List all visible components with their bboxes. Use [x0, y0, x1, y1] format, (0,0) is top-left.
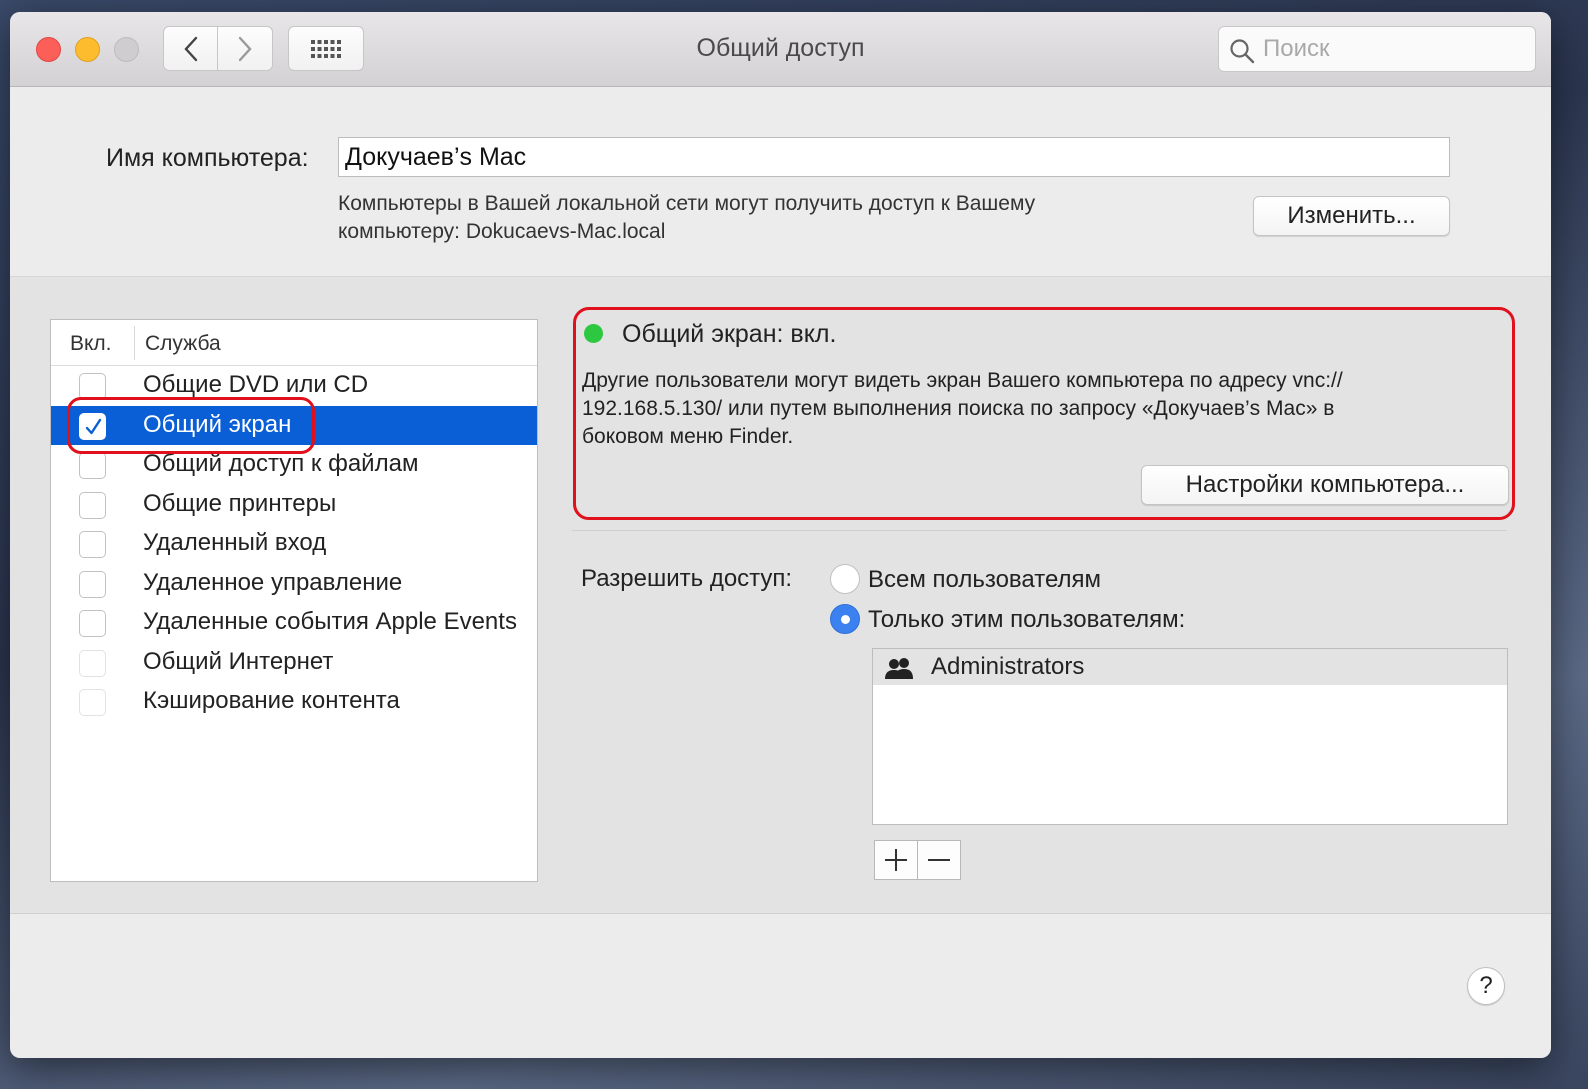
- service-checkbox[interactable]: [79, 491, 106, 519]
- remove-user-button[interactable]: [917, 840, 961, 880]
- computer-name-description-line: Компьютеры в Вашей локальной сети могут …: [338, 192, 1036, 215]
- service-row-internet-sharing[interactable]: Общий Интернет: [51, 643, 537, 683]
- status-description-line: Другие пользователи могут видеть экран В…: [582, 369, 1343, 392]
- plus-icon: [885, 849, 907, 871]
- help-button[interactable]: ?: [1467, 967, 1505, 1005]
- service-label: Удаленный вход: [143, 529, 327, 556]
- service-checkbox[interactable]: [79, 531, 106, 558]
- search-field[interactable]: [1218, 26, 1536, 72]
- service-checkbox[interactable]: [79, 689, 106, 716]
- allow-access-label: Разрешить доступ:: [581, 565, 793, 592]
- service-label: Кэширование контента: [143, 687, 400, 714]
- user-group-icon: [885, 658, 913, 679]
- service-checkbox[interactable]: [79, 452, 106, 479]
- service-status-description: Другие пользователи могут видеть экран В…: [582, 367, 1482, 451]
- service-label: Удаленные события Apple Events: [143, 608, 517, 635]
- divider: [10, 913, 1551, 914]
- service-label: Общие DVD или CD: [143, 371, 369, 398]
- service-row-remote-apple-events[interactable]: Удаленные события Apple Events: [51, 603, 537, 643]
- service-label: Общие принтеры: [143, 489, 337, 517]
- list-item[interactable]: Administrators: [873, 649, 1507, 685]
- service-checkbox[interactable]: [79, 570, 106, 598]
- title-bar: Общий доступ: [10, 12, 1551, 87]
- highlight-annotation: [67, 397, 315, 454]
- divider: [572, 530, 1507, 531]
- search-icon: [1230, 39, 1255, 64]
- service-row-remote-management[interactable]: Удаленное управление: [51, 564, 537, 604]
- minus-icon: [928, 859, 950, 861]
- service-row-remote-login[interactable]: Удаленный вход: [51, 524, 537, 564]
- service-checkbox[interactable]: [79, 373, 106, 400]
- radio-only-these-users[interactable]: [830, 604, 860, 634]
- computer-name-description-line: компьютеру: Dokucaevs-Mac.local: [338, 220, 666, 243]
- computer-name-field[interactable]: [338, 137, 1450, 177]
- user-name: Administrators: [931, 653, 1085, 680]
- service-checkbox[interactable]: [79, 610, 106, 637]
- service-status-title: Общий экран: вкл.: [622, 320, 837, 348]
- allowed-users-list[interactable]: Administrators: [872, 648, 1508, 825]
- service-label: Общий Интернет: [143, 647, 334, 675]
- computer-settings-button[interactable]: Настройки компьютера...: [1141, 465, 1509, 505]
- column-divider: [134, 326, 135, 360]
- radio-all-users[interactable]: [830, 564, 860, 594]
- status-description-line: боковом меню Finder.: [582, 425, 794, 448]
- change-button[interactable]: Изменить...: [1253, 196, 1450, 236]
- add-user-button[interactable]: [874, 840, 918, 880]
- column-header-service[interactable]: Служба: [145, 332, 221, 356]
- status-description-line: 192.168.5.130/ или путем выполнения поис…: [582, 397, 1335, 420]
- radio-all-users-label[interactable]: Всем пользователям: [868, 566, 1101, 594]
- service-label: Удаленное управление: [143, 568, 403, 596]
- services-table-header: Вкл. Служба: [51, 320, 537, 366]
- service-label: Общий доступ к файлам: [143, 450, 419, 477]
- computer-name-label: Имя компьютера:: [106, 144, 309, 172]
- status-indicator-icon: [584, 324, 603, 343]
- radio-only-these-users-label[interactable]: Только этим пользователям:: [868, 606, 1185, 634]
- sharing-window: Общий доступ Имя компьютера: Компьютеры …: [10, 12, 1551, 1058]
- service-row-content-caching[interactable]: Кэширование контента: [51, 682, 537, 722]
- column-header-on[interactable]: Вкл.: [70, 332, 112, 356]
- service-checkbox[interactable]: [79, 649, 106, 677]
- service-row-printer-sharing[interactable]: Общие принтеры: [51, 485, 537, 525]
- search-input[interactable]: [1263, 33, 1523, 65]
- computer-name-description: Компьютеры в Вашей локальной сети могут …: [338, 190, 1158, 246]
